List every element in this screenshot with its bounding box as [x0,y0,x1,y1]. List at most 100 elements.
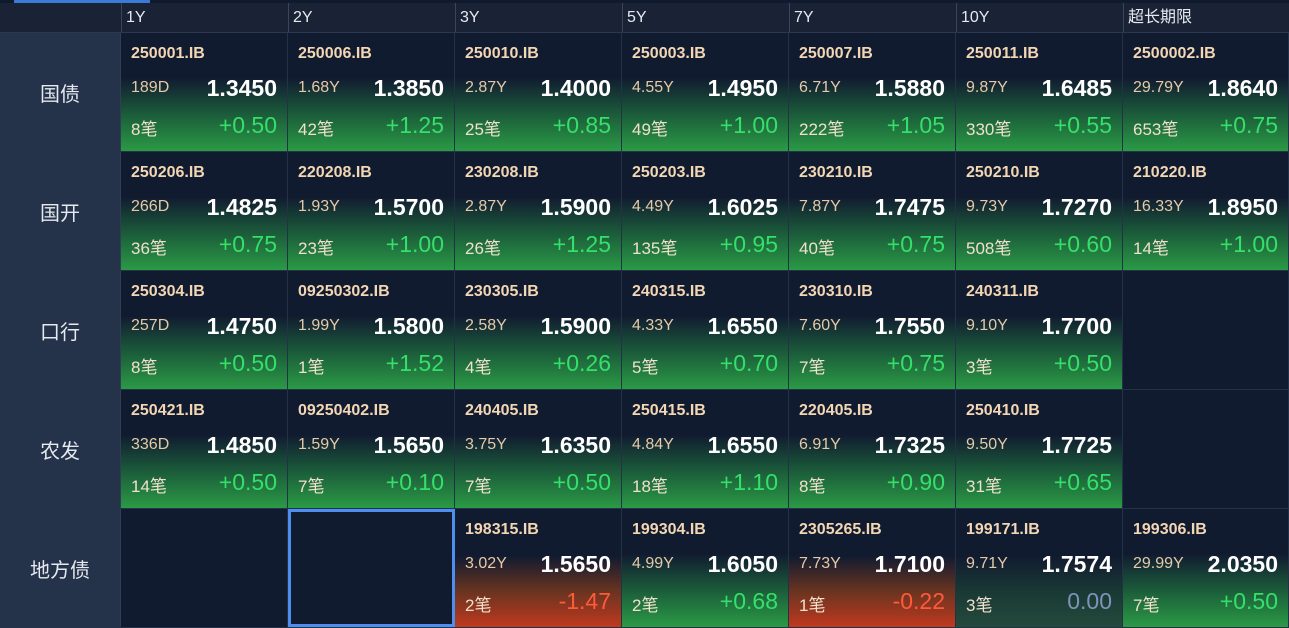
quote-cell[interactable]: 250003.IB 4.55Y 1.4950 49笔 +1.00 [622,33,789,151]
bond-code: 199306.IB [1133,521,1207,538]
remaining-tenor: 2.87Y [465,198,507,215]
bond-code: 09250402.IB [298,402,390,419]
yield-rate: 1.5900 [540,194,611,220]
yield-change: +0.85 [552,112,611,138]
yield-rate: 1.7550 [874,313,945,339]
row-label[interactable]: 国债 [0,33,121,151]
quote-cell[interactable]: 230305.IB 2.58Y 1.5900 4笔 +0.26 [455,271,622,389]
quote-cell[interactable]: 250010.IB 2.87Y 1.4000 25笔 +0.85 [455,33,622,151]
row-label[interactable]: 国开 [0,152,121,270]
quote-cell[interactable]: 2500002.IB 29.79Y 1.8640 653笔 +0.75 [1123,33,1289,151]
quote-cell[interactable]: 250415.IB 4.84Y 1.6550 18笔 +1.10 [622,390,789,508]
row-label[interactable]: 农发 [0,390,121,508]
quote-cell[interactable]: 230210.IB 7.87Y 1.7475 40笔 +0.75 [789,152,956,270]
quote-cell[interactable]: 240315.IB 4.33Y 1.6550 5笔 +0.70 [622,271,789,389]
quote-cell[interactable]: 09250302.IB 1.99Y 1.5800 1笔 +1.52 [288,271,455,389]
quote-cell[interactable]: 230208.IB 2.87Y 1.5900 26笔 +1.25 [455,152,622,270]
quote-cell[interactable]: 250410.IB 9.50Y 1.7725 31笔 +0.65 [956,390,1123,508]
column-header-7y[interactable]: 7Y [789,3,956,32]
yield-change: +0.50 [1219,588,1278,614]
yield-rate: 1.6485 [1041,75,1112,101]
quote-cell[interactable]: 250203.IB 4.49Y 1.6025 135笔 +0.95 [622,152,789,270]
remaining-tenor: 29.79Y [1133,79,1184,96]
quote-cell[interactable]: 250007.IB 6.71Y 1.5880 222笔 +1.05 [789,33,956,151]
quote-cell[interactable]: 250006.IB 1.68Y 1.3850 42笔 +1.25 [288,33,455,151]
yield-rate: 1.4950 [707,75,778,101]
trade-count: 653笔 [1133,120,1179,139]
bond-code: 240311.IB [966,283,1039,300]
column-header-ultra-long[interactable]: 超长期限 [1123,3,1289,32]
remaining-tenor: 9.87Y [966,79,1008,96]
bond-code: 230305.IB [465,283,539,300]
remaining-tenor: 9.73Y [966,198,1008,215]
yield-change: +0.95 [719,231,778,257]
empty-cell[interactable] [121,509,288,627]
empty-cell[interactable] [1123,390,1289,508]
quote-cell[interactable]: 2305265.IB 7.73Y 1.7100 1笔 -0.22 [789,509,956,627]
quote-cell[interactable]: 09250402.IB 1.59Y 1.5650 7笔 +0.10 [288,390,455,508]
quote-cell[interactable]: 240311.IB 9.10Y 1.7700 3笔 +0.50 [956,271,1123,389]
quote-cell[interactable]: 250011.IB 9.87Y 1.6485 330笔 +0.55 [956,33,1123,151]
yield-rate: 1.6050 [707,551,778,577]
remaining-tenor: 7.87Y [799,198,841,215]
quote-cell[interactable]: 199171.IB 9.71Y 1.7574 3笔 0.00 [956,509,1123,627]
quote-cell[interactable]: 250210.IB 9.73Y 1.7270 508笔 +0.60 [956,152,1123,270]
yield-change: +1.10 [719,469,778,495]
remaining-tenor: 2.58Y [465,317,507,334]
trade-count: 1笔 [799,596,826,615]
yield-rate: 1.6550 [707,313,778,339]
bond-code: 250006.IB [298,45,372,62]
column-header-2y[interactable]: 2Y [288,3,455,32]
remaining-tenor: 1.93Y [298,198,340,215]
bond-code: 220208.IB [298,164,372,181]
quote-cell[interactable]: 250421.IB 336D 1.4850 14笔 +0.50 [121,390,288,508]
row-label[interactable]: 口行 [0,271,121,389]
yield-change: +0.55 [1053,112,1112,138]
quote-cell[interactable]: 210220.IB 16.33Y 1.8950 14笔 +1.00 [1123,152,1289,270]
yield-change: +1.25 [385,112,444,138]
column-header-10y[interactable]: 10Y [956,3,1123,32]
quote-cell[interactable]: 198315.IB 3.02Y 1.5650 2笔 -1.47 [455,509,622,627]
row-label[interactable]: 地方债 [0,509,121,627]
yield-rate: 1.5700 [373,194,444,220]
bond-code: 250203.IB [632,164,706,181]
column-header-3y[interactable]: 3Y [455,3,622,32]
quote-cell[interactable]: 240405.IB 3.75Y 1.6350 7笔 +0.50 [455,390,622,508]
trade-count: 25笔 [465,120,501,139]
quote-cell[interactable]: 199306.IB 29.99Y 2.0350 7笔 +0.50 [1123,509,1289,627]
quote-row: 国开 250206.IB 266D 1.4825 36笔 +0.75 220208.IB 1.… [0,152,1289,271]
quote-row: 国债 250001.IB 189D 1.3450 8笔 +0.50 250006.IB 1.6… [0,33,1289,152]
trade-count: 14笔 [131,477,167,496]
selected-empty-cell[interactable] [288,509,455,627]
yield-rate: 1.3450 [206,75,277,101]
quote-cell[interactable]: 250206.IB 266D 1.4825 36笔 +0.75 [121,152,288,270]
yield-change: +1.52 [385,350,444,376]
quote-cell[interactable]: 250304.IB 257D 1.4750 8笔 +0.50 [121,271,288,389]
remaining-tenor: 6.91Y [799,436,841,453]
yield-change: +0.90 [886,469,945,495]
remaining-tenor: 4.55Y [632,79,674,96]
quote-cell[interactable]: 220405.IB 6.91Y 1.7325 8笔 +0.90 [789,390,956,508]
trade-count: 31笔 [966,477,1002,496]
trade-count: 36笔 [131,239,167,258]
remaining-tenor: 7.73Y [799,555,841,572]
remaining-tenor: 4.49Y [632,198,674,215]
column-header-1y[interactable]: 1Y [121,3,288,32]
bond-code: 250003.IB [632,45,706,62]
yield-rate: 1.8950 [1207,194,1278,220]
column-header-5y[interactable]: 5Y [622,3,789,32]
remaining-tenor: 1.68Y [298,79,340,96]
bond-code: 230210.IB [799,164,873,181]
empty-cell[interactable] [1123,271,1289,389]
yield-rate: 1.4850 [206,432,277,458]
quote-cell[interactable]: 250001.IB 189D 1.3450 8笔 +0.50 [121,33,288,151]
trade-count: 8笔 [131,120,158,139]
trade-count: 42笔 [298,120,334,139]
quote-cell[interactable]: 220208.IB 1.93Y 1.5700 23笔 +1.00 [288,152,455,270]
quote-cell[interactable]: 199304.IB 4.99Y 1.6050 2笔 +0.68 [622,509,789,627]
yield-rate: 1.4750 [206,313,277,339]
trade-count: 3笔 [966,596,993,615]
quote-cell[interactable]: 230310.IB 7.60Y 1.7550 7笔 +0.75 [789,271,956,389]
bond-code: 250410.IB [966,402,1040,419]
bond-code: 198315.IB [465,521,539,538]
